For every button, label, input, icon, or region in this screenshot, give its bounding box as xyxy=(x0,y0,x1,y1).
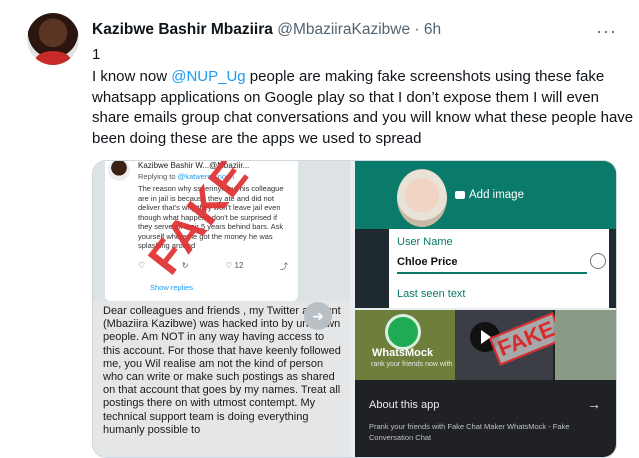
whatsapp-logo-icon xyxy=(385,314,421,350)
embedded-show-replies: Show replies xyxy=(150,283,193,292)
tweet-text: I know now @NUP_Ug people are making fak… xyxy=(92,67,637,149)
about-this-app: About this app xyxy=(369,399,440,411)
add-image-button: Add image xyxy=(455,189,524,201)
app-description: Prank your friends with Fake Chat Maker … xyxy=(369,422,570,442)
user-name-value: Chloe Price xyxy=(397,256,458,268)
author-handle[interactable]: @MbaziiraKazibwe xyxy=(277,21,410,38)
thread-number: 1 xyxy=(92,46,101,63)
add-image-label: Add image xyxy=(469,189,524,201)
about-arrow-icon: → xyxy=(587,396,601,412)
media-image-whatsapp-edit[interactable]: Add image User Name Chloe Price Last see… xyxy=(355,161,616,308)
tweet-time[interactable]: 6h xyxy=(424,21,441,38)
next-media-arrow-icon[interactable]: ➜ xyxy=(304,302,332,330)
embedded-reply-icon: ♡ xyxy=(138,261,146,270)
separator: · xyxy=(410,21,424,38)
tweet-text-before: I know now xyxy=(92,68,172,85)
profile-photo xyxy=(397,169,447,227)
embedded-replying-prefix: Replying to xyxy=(138,172,178,181)
embedded-avatar xyxy=(108,161,130,181)
tweet: Kazibwe Bashir Mbaziira @MbaziiraKazibwe… xyxy=(0,0,639,458)
mention-link[interactable]: @NUP_Ug xyxy=(171,68,245,85)
edit-card: User Name Chloe Price Last seen text xyxy=(389,229,609,308)
app-tagline: rank your friends now with xyxy=(371,361,453,368)
embedded-tweet-screenshot: Kazibwe Bashir W...@Mbaziir... Replying … xyxy=(105,161,298,301)
camera-icon xyxy=(455,191,465,199)
embedded-share-icon: ⤴ xyxy=(280,262,288,271)
avatar[interactable] xyxy=(27,13,79,65)
avatar-shirt xyxy=(35,51,71,65)
app-title: WhatsMock xyxy=(372,347,434,359)
media-image-play-store[interactable]: WhatsMock rank your friends now with FAK… xyxy=(355,310,616,457)
user-name-label: User Name xyxy=(397,236,453,248)
embedded-like-icon: ♡ 12 xyxy=(225,261,244,270)
media-grid: Kazibwe Bashir W...@Mbaziir... Replying … xyxy=(92,160,617,458)
last-seen-label: Last seen text xyxy=(397,288,466,300)
more-options-icon[interactable]: ··· xyxy=(596,21,617,42)
media-image-left[interactable]: Kazibwe Bashir W...@Mbaziir... Replying … xyxy=(93,161,350,457)
app-screenshot-thumbnail xyxy=(555,310,616,380)
tweet-header: Kazibwe Bashir Mbaziira @MbaziiraKazibwe… xyxy=(92,21,441,39)
emoji-icon xyxy=(590,253,606,269)
app-banner: WhatsMock rank your friends now with xyxy=(355,310,455,380)
author-name[interactable]: Kazibwe Bashir Mbaziira xyxy=(92,21,273,38)
input-underline xyxy=(397,272,587,274)
